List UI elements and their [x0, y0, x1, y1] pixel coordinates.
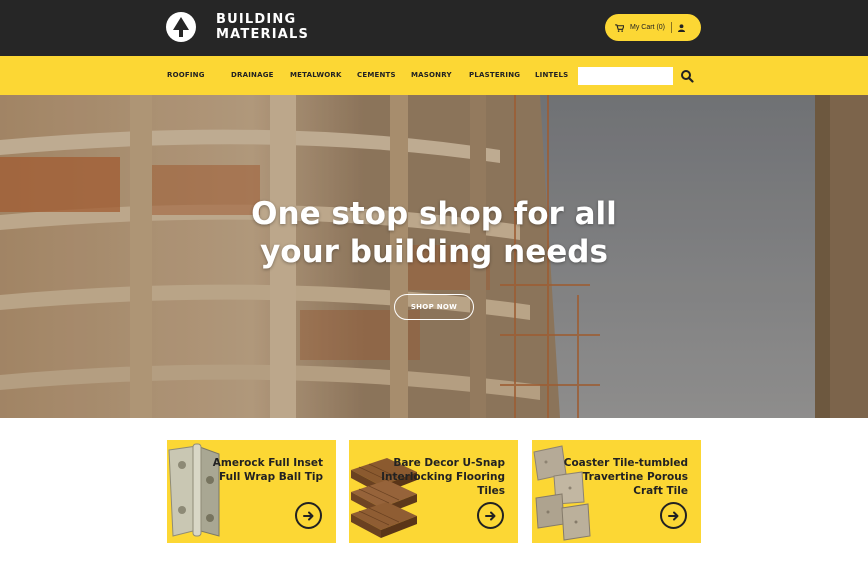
shop-now-button[interactable]: SHOP NOW [394, 294, 474, 320]
product-card-travertine[interactable]: Coaster Tile-tumbled Travertine Porous C… [532, 440, 701, 543]
hero-title-line2: your building needs [260, 234, 608, 270]
user-icon[interactable] [678, 23, 685, 32]
arrow-right-icon [484, 511, 495, 520]
arrow-right-icon [667, 511, 678, 520]
product-title-line2: Travertine Porous [582, 471, 688, 483]
nav-item-lintels[interactable]: LINTELS [535, 71, 568, 79]
product-card-hinge[interactable]: Amerock Full Inset Full Wrap Ball Tip [167, 440, 336, 543]
nav-item-drainage[interactable]: DRAINAGE [231, 71, 274, 79]
brand-name: BUILDING MATERIALS [216, 12, 309, 42]
cart-icon [615, 23, 624, 32]
product-title-line1: Coaster Tile-tumbled [563, 457, 688, 469]
brand-name-line1: BUILDING [216, 12, 297, 27]
product-title-line2: Interlocking Flooring [381, 471, 505, 483]
hero-title: One stop shop for all your building need… [0, 195, 868, 271]
product-card-flooring[interactable]: Bare Decor U-Snap Interlocking Flooring … [349, 440, 518, 543]
hero-title-line1: One stop shop for all [251, 196, 617, 232]
product-title[interactable]: Amerock Full Inset Full Wrap Ball Tip [213, 456, 323, 484]
nav-item-masonry[interactable]: MASONRY [411, 71, 452, 79]
search-button[interactable] [680, 69, 694, 83]
nav-item-cements[interactable]: CEMENTS [357, 71, 396, 79]
cart-button[interactable]: My Cart (0) [605, 14, 701, 41]
product-title-line1: Bare Decor U-Snap [393, 457, 505, 469]
top-header: BUILDING MATERIALS My Cart (0) [0, 0, 868, 56]
tree-logo-icon [166, 12, 196, 42]
cart-separator [671, 22, 672, 33]
product-arrow-button[interactable] [660, 502, 687, 529]
arrow-right-icon [302, 511, 313, 520]
search-icon [681, 70, 694, 83]
cart-label: My Cart (0) [630, 24, 665, 31]
product-title-line3: Tiles [477, 485, 505, 497]
product-arrow-button[interactable] [477, 502, 504, 529]
product-title-line3: Craft Tile [633, 485, 688, 497]
brand-logo[interactable]: BUILDING MATERIALS [166, 12, 309, 42]
search-input[interactable] [578, 67, 673, 85]
main-navigation: ROOFING DRAINAGE METALWORK CEMENTS MASON… [0, 56, 868, 95]
brand-name-line2: MATERIALS [216, 27, 310, 42]
product-title-line1: Amerock Full Inset [212, 457, 323, 469]
nav-item-roofing[interactable]: ROOFING [167, 71, 205, 79]
nav-item-plastering[interactable]: PLASTERING [469, 71, 520, 79]
nav-item-metalwork[interactable]: METALWORK [290, 71, 342, 79]
product-title[interactable]: Coaster Tile-tumbled Travertine Porous C… [564, 456, 688, 498]
product-title-line2: Full Wrap Ball Tip [218, 471, 323, 483]
product-arrow-button[interactable] [295, 502, 322, 529]
product-title[interactable]: Bare Decor U-Snap Interlocking Flooring … [381, 456, 505, 498]
